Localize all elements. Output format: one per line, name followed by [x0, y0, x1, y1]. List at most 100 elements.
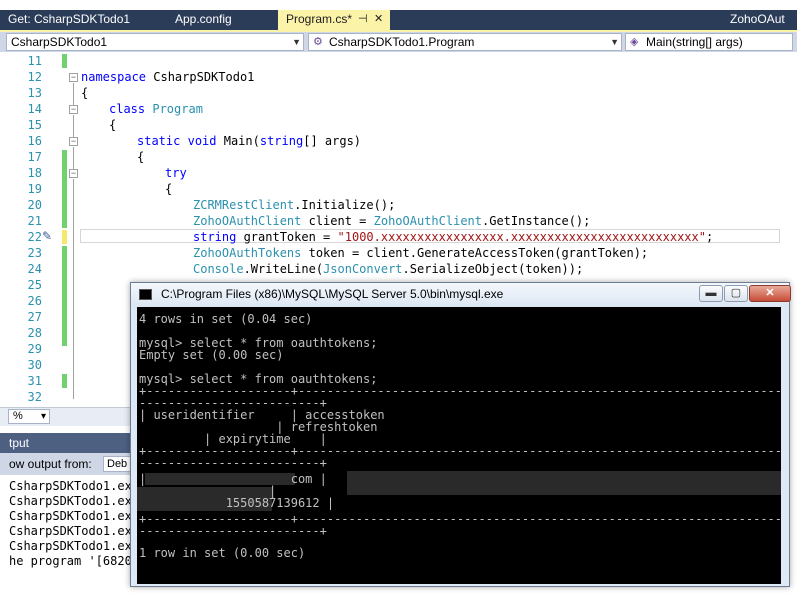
project-dropdown-value: CsharpSDKTodo1 — [11, 35, 108, 49]
output-panel-title: tput — [0, 433, 135, 453]
output-line: CsharpSDKTodo1.ex — [9, 494, 132, 508]
tab-label: Get: CsharpSDKTodo1 — [8, 12, 131, 26]
console-output[interactable]: 4 rows in set (0.04 sec) mysql> select *… — [137, 307, 781, 584]
line-number: 17 — [27, 150, 42, 164]
line-number: 11 — [27, 54, 42, 68]
output-text-area[interactable]: CsharpSDKTodo1.ex CsharpSDKTodo1.ex Csha… — [0, 475, 135, 593]
code-token: { — [109, 118, 117, 132]
line-number: 25 — [27, 278, 42, 292]
output-line: he program '[6820 — [9, 554, 132, 568]
code-token: static — [137, 134, 181, 148]
show-output-from-label: ow output from: — [9, 457, 92, 471]
tab-get-csharpsdktodo1[interactable]: Get: CsharpSDKTodo1 — [0, 10, 160, 30]
code-line-17: { — [137, 150, 144, 164]
navigation-bar: CsharpSDKTodo1 ▼ ⚙ CsharpSDKTodo1.Progra… — [0, 32, 797, 52]
console-line: 4 rows in set (0.04 sec) — [139, 312, 313, 326]
console-line: -------------------------+ — [139, 524, 327, 538]
code-line-13: { — [81, 86, 88, 100]
collapse-icon[interactable]: − — [69, 137, 78, 146]
tab-label: ZohoOAut — [730, 12, 785, 26]
console-line: 1 row in set (0.00 sec) — [139, 546, 306, 560]
output-toolbar: ow output from: Deb — [0, 453, 143, 475]
line-number: 26 — [27, 294, 42, 308]
console-line: -------------------------+ — [139, 456, 327, 470]
code-token: ZohoOAuthClient — [373, 214, 482, 228]
code-token: Program — [152, 102, 203, 116]
class-dropdown-value: CsharpSDKTodo1.Program — [329, 35, 475, 49]
minimize-button[interactable]: ▬ — [699, 285, 723, 302]
outline-line — [73, 179, 74, 399]
code-line-24: Console.WriteLine(JsonConvert.SerializeO… — [193, 262, 583, 276]
console-title-bar[interactable]: C:\Program Files (x86)\MySQL\MySQL Serve… — [131, 283, 791, 307]
collapse-icon[interactable]: − — [69, 73, 78, 82]
pencil-icon: ✎ — [42, 229, 53, 243]
maximize-button[interactable]: ▢ — [724, 285, 748, 302]
project-dropdown[interactable]: CsharpSDKTodo1 ▼ — [6, 33, 304, 51]
code-line-21: ZohoOAuthClient client = ZohoOAuthClient… — [193, 214, 590, 228]
line-number: 23 — [27, 246, 42, 260]
code-token: Console — [193, 262, 244, 276]
code-line-20: ZCRMRestClient.Initialize(); — [193, 198, 395, 212]
line-number: 13 — [27, 86, 42, 100]
code-token: void — [187, 134, 217, 148]
output-line: CsharpSDKTodo1.ex — [9, 539, 132, 553]
code-token: token = client.GenerateAccessToken(grant… — [301, 246, 649, 260]
line-number: 15 — [27, 118, 42, 132]
line-number: 30 — [27, 358, 42, 372]
maximize-icon: ▢ — [730, 287, 742, 299]
close-icon[interactable]: ✕ — [374, 10, 383, 29]
code-token: .GetInstance(); — [482, 214, 591, 228]
code-token: { — [137, 150, 145, 164]
close-button[interactable]: ✕ — [749, 285, 791, 302]
tab-zohooauth[interactable]: ZohoOAut — [722, 10, 797, 30]
outline-line — [73, 83, 74, 105]
minimize-icon: ▬ — [705, 287, 717, 299]
line-number: 21 — [27, 214, 42, 228]
code-token: grantToken = — [236, 230, 338, 244]
code-token: client = — [301, 214, 374, 228]
console-line: 1550587139612 | — [139, 496, 335, 510]
editor-zoom-bar: % ▾ — [0, 407, 135, 426]
line-number: 16 — [27, 134, 42, 148]
code-token: ; — [705, 230, 714, 244]
line-number: 32 — [27, 390, 42, 404]
change-marker-saved — [62, 246, 67, 346]
output-line: CsharpSDKTodo1.ex — [9, 479, 132, 493]
member-dropdown[interactable]: ◈ Main(string[] args) — [625, 33, 793, 51]
line-number: 27 — [27, 310, 42, 324]
code-token: .Initialize(); — [294, 198, 396, 212]
document-tab-bar: Get: CsharpSDKTodo1 App.config Program.c… — [0, 10, 797, 30]
collapse-icon[interactable]: − — [69, 105, 78, 114]
line-number: 14 — [27, 102, 42, 116]
code-token: { — [81, 86, 89, 100]
line-number: 20 — [27, 198, 42, 212]
zoom-dropdown[interactable]: % ▾ — [8, 409, 50, 424]
code-line-14: class Program — [109, 102, 203, 116]
code-token: try — [165, 166, 187, 180]
collapse-icon[interactable]: − — [69, 169, 78, 178]
code-line-18: try — [165, 166, 187, 180]
line-number: 29 — [27, 342, 42, 356]
code-token: ZohoOAuthClient — [193, 214, 302, 228]
code-line-23: ZohoOAuthTokens token = client.GenerateA… — [193, 246, 648, 260]
change-marker-saved — [62, 54, 67, 68]
line-number: 28 — [27, 326, 42, 340]
code-token: "1000.xxxxxxxxxxxxxxxxx.xxxxxxxxxxxxxxxx… — [337, 230, 706, 244]
code-token: namespace — [81, 70, 147, 84]
code-token: .WriteLine( — [243, 262, 324, 276]
code-line-15: { — [109, 118, 116, 132]
code-token: JsonConvert — [323, 262, 403, 276]
tab-program-cs[interactable]: Program.cs* ⊣ ✕ — [278, 10, 390, 30]
method-icon: ◈ — [630, 36, 639, 48]
pin-icon[interactable]: ⊣ — [358, 10, 368, 29]
class-dropdown[interactable]: ⚙ CsharpSDKTodo1.Program ▼ — [308, 33, 622, 51]
code-token: .SerializeObject(token)); — [402, 262, 584, 276]
redacted-area — [347, 471, 781, 495]
code-line-12: namespace CsharpSDKTodo1 — [81, 70, 254, 84]
class-icon: ⚙ — [313, 36, 323, 48]
tab-label: Program.cs* — [286, 12, 353, 26]
line-number: 12 — [27, 70, 42, 84]
tab-app-config[interactable]: App.config — [167, 10, 272, 30]
mysql-console-window: C:\Program Files (x86)\MySQL\MySQL Serve… — [130, 282, 791, 587]
close-icon: ✕ — [765, 287, 775, 299]
